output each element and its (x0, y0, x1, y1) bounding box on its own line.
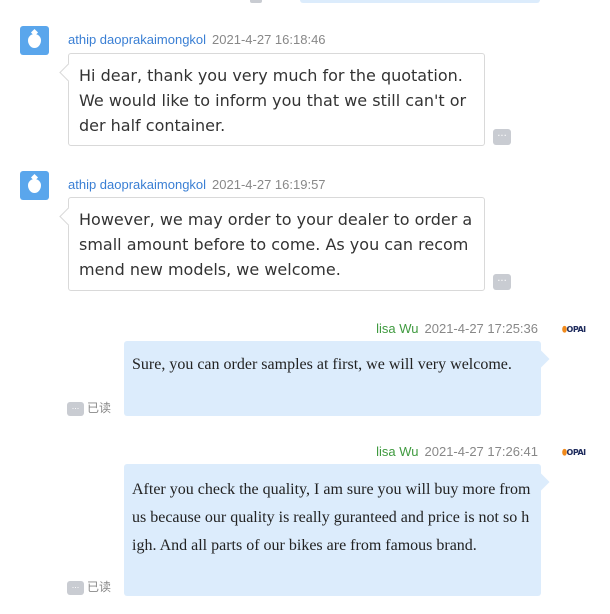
message-bubble[interactable]: Hi dear, thank you very much for the quo… (68, 53, 485, 146)
avatar[interactable] (20, 171, 49, 200)
message-text: However, we may order to your dealer to … (79, 210, 473, 279)
message-text: Sure, you can order samples at first, we… (132, 356, 512, 373)
message-header: athip daoprakaimongkol 2021-4-27 16:19:57 (68, 177, 326, 192)
more-options-button[interactable]: ... (67, 580, 84, 595)
message-text: Hi dear, thank you very much for the quo… (79, 66, 467, 135)
message-bubble[interactable]: Sure, you can order samples at first, we… (124, 341, 541, 416)
message-text: After you check the quality, I am sure y… (132, 481, 531, 554)
message-bubble[interactable]: After you check the quality, I am sure y… (124, 464, 541, 596)
message-bubble[interactable]: However, we may order to your dealer to … (68, 197, 485, 291)
timestamp: 2021-4-27 16:19:57 (212, 177, 326, 192)
more-options-button[interactable]: ... (493, 129, 511, 145)
timestamp: 2021-4-27 16:18:46 (212, 32, 326, 47)
read-receipt: ... 已读 (67, 399, 111, 416)
timestamp: 2021-4-27 17:25:36 (424, 321, 538, 336)
company-logo: ⬮OPAI (562, 448, 586, 457)
timestamp: 2021-4-27 17:26:41 (424, 444, 538, 459)
sender-name: lisa Wu (376, 444, 419, 459)
message-header: athip daoprakaimongkol 2021-4-27 16:18:46 (68, 32, 326, 47)
sender-name: lisa Wu (376, 321, 419, 336)
more-options-button[interactable]: ... (67, 401, 84, 416)
message-header: lisa Wu 2021-4-27 17:25:36 (376, 321, 538, 336)
previous-message-bubble-edge (300, 0, 540, 3)
previous-more-button[interactable] (250, 0, 262, 3)
water-drop-icon (28, 179, 41, 193)
more-options-button[interactable]: ... (493, 274, 511, 290)
avatar[interactable] (20, 26, 49, 55)
company-logo: ⬮OPAI (562, 325, 586, 334)
read-receipt: ... 已读 (67, 578, 111, 595)
water-drop-icon (28, 34, 41, 48)
read-status-label: 已读 (87, 401, 112, 415)
read-status-label: 已读 (87, 580, 112, 594)
sender-name: athip daoprakaimongkol (68, 177, 207, 192)
sender-name: athip daoprakaimongkol (68, 32, 207, 47)
message-header: lisa Wu 2021-4-27 17:26:41 (376, 444, 538, 459)
